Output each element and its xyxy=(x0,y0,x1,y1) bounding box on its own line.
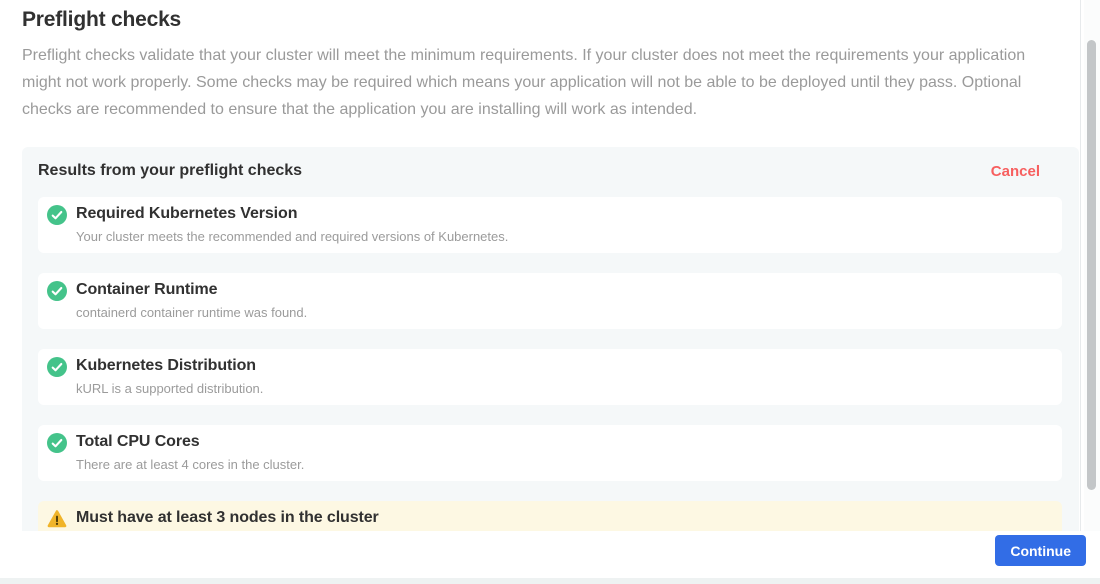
check-title: Total CPU Cores xyxy=(76,432,304,451)
check-title: Required Kubernetes Version xyxy=(76,204,508,223)
scroll-viewport: Preflight checks Preflight checks valida… xyxy=(0,0,1080,531)
check-title: Must have at least 3 nodes in the cluste… xyxy=(76,508,379,527)
check-circle-icon xyxy=(47,433,67,453)
check-result-row: Container Runtime containerd container r… xyxy=(38,273,1062,329)
page-description: Preflight checks validate that your clus… xyxy=(22,42,1062,123)
results-panel-header: Results from your preflight checks Cance… xyxy=(38,161,1062,181)
continue-button[interactable]: Continue xyxy=(995,535,1086,566)
check-result-text: Required Kubernetes Version Your cluster… xyxy=(76,204,508,244)
check-message: Your cluster meets the recommended and r… xyxy=(76,229,508,244)
check-title: Kubernetes Distribution xyxy=(76,356,263,375)
check-circle-icon xyxy=(47,205,67,225)
content-right-border xyxy=(1080,0,1081,584)
check-result-row: Total CPU Cores There are at least 4 cor… xyxy=(38,425,1062,481)
results-panel-title: Results from your preflight checks xyxy=(38,161,302,181)
check-message: There are at least 4 cores in the cluste… xyxy=(76,457,304,472)
check-result-text: Kubernetes Distribution kURL is a suppor… xyxy=(76,356,263,396)
check-result-row: Kubernetes Distribution kURL is a suppor… xyxy=(38,349,1062,405)
check-results-list: Required Kubernetes Version Your cluster… xyxy=(38,197,1062,531)
scrollbar-thumb[interactable] xyxy=(1087,40,1096,490)
results-panel: Results from your preflight checks Cance… xyxy=(22,147,1079,531)
check-result-row: Must have at least 3 nodes in the cluste… xyxy=(38,501,1062,531)
check-result-text: Total CPU Cores There are at least 4 cor… xyxy=(76,432,304,472)
check-circle-icon xyxy=(47,357,67,377)
preflight-checks-page: Preflight checks Preflight checks valida… xyxy=(0,0,1100,584)
check-message: kURL is a supported distribution. xyxy=(76,381,263,396)
check-result-text: Must have at least 3 nodes in the cluste… xyxy=(76,508,379,531)
cancel-link[interactable]: Cancel xyxy=(991,163,1040,180)
check-circle-icon xyxy=(47,281,67,301)
check-result-row: Required Kubernetes Version Your cluster… xyxy=(38,197,1062,253)
footer-bar: Continue xyxy=(0,531,1100,584)
warning-triangle-icon xyxy=(47,509,67,529)
check-title: Container Runtime xyxy=(76,280,307,299)
check-result-text: Container Runtime containerd container r… xyxy=(76,280,307,320)
page-title: Preflight checks xyxy=(22,8,1080,32)
scrollbar-track[interactable] xyxy=(1084,0,1100,584)
check-message: containerd container runtime was found. xyxy=(76,305,307,320)
bottom-strip xyxy=(0,578,1100,584)
